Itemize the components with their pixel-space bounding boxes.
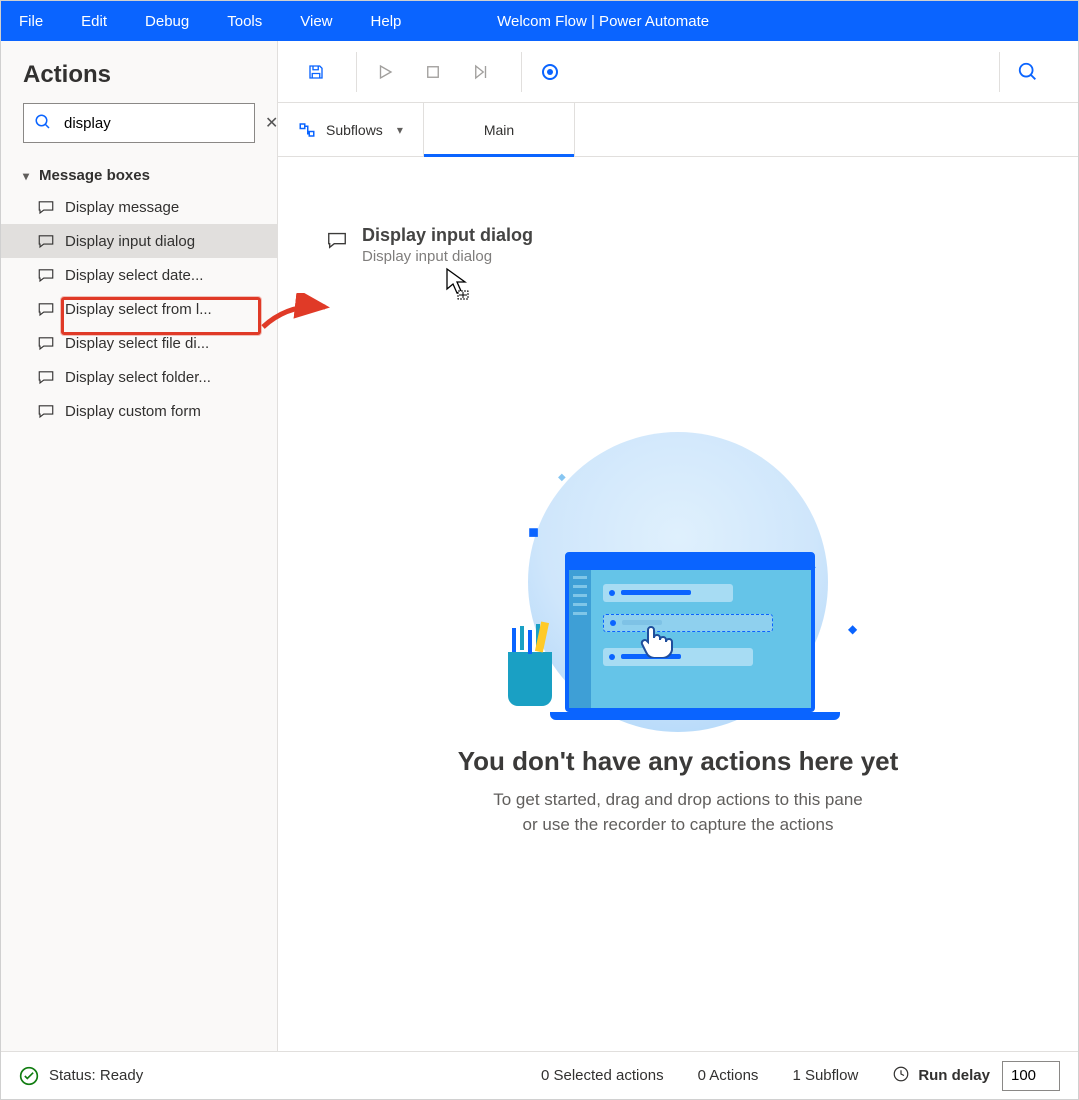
menu-debug[interactable]: Debug: [145, 13, 189, 30]
empty-text-1: To get started, drag and drop actions to…: [398, 787, 958, 813]
actions-sidebar: Actions ✕ ▾ Message boxes Display messag…: [1, 41, 278, 1051]
action-display-select-from-list[interactable]: Display select from l...: [1, 292, 277, 326]
action-label: Display select file di...: [65, 335, 209, 352]
workspace: Subflows ▾ Main Display input dialog Dis…: [278, 41, 1078, 1051]
action-display-select-folder[interactable]: Display select folder...: [1, 360, 277, 394]
menu-view[interactable]: View: [300, 13, 332, 30]
clear-search-icon[interactable]: ✕: [265, 113, 278, 133]
toolbar-separator: [356, 52, 357, 92]
message-icon: [37, 197, 57, 217]
subflows-dropdown[interactable]: Subflows ▾: [278, 103, 424, 156]
empty-state: ◆✦◆◆◆: [398, 442, 958, 838]
action-display-custom-form[interactable]: Display custom form: [1, 394, 277, 428]
message-icon: [37, 367, 57, 387]
message-icon: [37, 265, 57, 285]
group-label: Message boxes: [39, 167, 150, 184]
drag-title: Display input dialog: [362, 225, 533, 246]
status-actions: 0 Actions: [698, 1067, 759, 1084]
group-message-boxes[interactable]: ▾ Message boxes: [1, 157, 277, 190]
message-icon: [37, 231, 57, 251]
action-label: Display input dialog: [65, 233, 195, 250]
chevron-down-icon: ▾: [23, 169, 29, 183]
subflows-label: Subflows: [326, 122, 383, 138]
empty-illustration: ◆✦◆◆◆: [498, 442, 858, 722]
search-box[interactable]: ✕: [23, 103, 255, 143]
tab-main[interactable]: Main: [424, 103, 575, 156]
action-label: Display message: [65, 199, 179, 216]
status-subflows: 1 Subflow: [792, 1067, 858, 1084]
cursor-drag-icon: [444, 267, 472, 304]
message-icon: [37, 299, 57, 319]
empty-heading: You don't have any actions here yet: [398, 746, 958, 777]
status-bar: Status: Ready 0 Selected actions 0 Actio…: [1, 1051, 1078, 1099]
message-icon: [37, 401, 57, 421]
search-icon: [34, 113, 62, 134]
action-label: Display select date...: [65, 267, 203, 284]
action-display-message[interactable]: Display message: [1, 190, 277, 224]
menu-help[interactable]: Help: [371, 13, 402, 30]
menu-file[interactable]: File: [19, 13, 43, 30]
action-display-select-date[interactable]: Display select date...: [1, 258, 277, 292]
toolbar-separator: [999, 52, 1000, 92]
drag-preview: Display input dialog Display input dialo…: [326, 225, 533, 265]
window-title: Welcom Flow | Power Automate: [497, 13, 709, 30]
clock-icon: [892, 1065, 918, 1087]
save-button[interactable]: [298, 54, 334, 90]
action-display-input-dialog[interactable]: Display input dialog: [1, 224, 277, 258]
sidebar-heading: Actions: [23, 61, 277, 89]
empty-text-2: or use the recorder to capture the actio…: [398, 812, 958, 838]
action-label: Display select from l...: [65, 301, 212, 318]
menu-tools[interactable]: Tools: [227, 13, 262, 30]
toolbar: [278, 41, 1078, 103]
toolbar-separator: [521, 52, 522, 92]
menu-edit[interactable]: Edit: [81, 13, 107, 30]
step-button[interactable]: [463, 54, 499, 90]
stop-button[interactable]: [415, 54, 451, 90]
chevron-down-icon: ▾: [397, 123, 403, 137]
message-icon: [37, 333, 57, 353]
tab-strip: Subflows ▾ Main: [278, 103, 1078, 157]
run-delay-input[interactable]: [1002, 1061, 1060, 1091]
message-icon: [326, 229, 348, 254]
tab-label: Main: [484, 122, 514, 138]
run-delay-label: Run delay: [918, 1067, 990, 1084]
action-display-select-file[interactable]: Display select file di...: [1, 326, 277, 360]
record-button[interactable]: [532, 54, 568, 90]
run-button[interactable]: [367, 54, 403, 90]
menu-bar: File Edit Debug Tools View Help Welcom F…: [1, 1, 1078, 41]
find-button[interactable]: [1010, 54, 1046, 90]
flow-canvas[interactable]: Display input dialog Display input dialo…: [278, 157, 1078, 1051]
status-text: Status: Ready: [49, 1067, 143, 1084]
search-input[interactable]: [62, 114, 265, 133]
action-label: Display custom form: [65, 403, 201, 420]
status-selected: 0 Selected actions: [541, 1067, 664, 1084]
action-label: Display select folder...: [65, 369, 211, 386]
status-ok-icon: [19, 1066, 39, 1086]
drag-subtitle: Display input dialog: [362, 248, 533, 265]
